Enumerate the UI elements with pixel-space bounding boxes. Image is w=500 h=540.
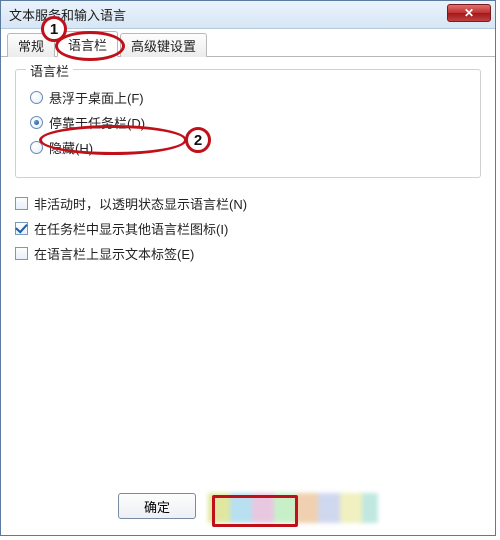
close-icon: ✕	[464, 6, 474, 20]
checkbox-icon	[15, 247, 28, 260]
check-extra-icons-row[interactable]: 在任务栏中显示其他语言栏图标(I)	[15, 219, 481, 238]
check-transparent-row[interactable]: 非活动时，以透明状态显示语言栏(N)	[15, 194, 481, 213]
check-label: 在任务栏中显示其他语言栏图标(I)	[34, 219, 228, 238]
group-legend: 语言栏	[26, 61, 73, 80]
ok-button[interactable]: 确定	[118, 493, 196, 519]
tab-general[interactable]: 常规	[7, 33, 55, 57]
check-label: 在语言栏上显示文本标签(E)	[34, 244, 194, 263]
dialog-buttons: 确定	[1, 493, 495, 523]
obscured-buttons	[208, 493, 378, 523]
client-area: 语言栏 悬浮于桌面上(F) 停靠于任务栏(D) 隐藏(H) 非活动时，以透明状态…	[1, 57, 495, 281]
tab-language-bar[interactable]: 语言栏	[57, 31, 118, 57]
radio-label: 停靠于任务栏(D)	[49, 113, 145, 132]
radio-icon	[30, 141, 43, 154]
close-button[interactable]: ✕	[447, 4, 491, 22]
dialog-window: 文本服务和输入语言 ✕ 常规 语言栏 高级键设置 语言栏 悬浮于桌面上(F) 停…	[0, 0, 496, 536]
language-bar-group: 语言栏 悬浮于桌面上(F) 停靠于任务栏(D) 隐藏(H)	[15, 69, 481, 178]
tab-label: 语言栏	[68, 35, 107, 54]
check-text-labels-row[interactable]: 在语言栏上显示文本标签(E)	[15, 244, 481, 263]
radio-label: 隐藏(H)	[49, 138, 93, 157]
tab-strip: 常规 语言栏 高级键设置	[1, 29, 495, 57]
tab-advanced[interactable]: 高级键设置	[120, 33, 207, 57]
title-bar: 文本服务和输入语言 ✕	[1, 1, 495, 29]
tab-label: 高级键设置	[131, 36, 196, 55]
radio-icon	[30, 116, 43, 129]
ok-label: 确定	[144, 497, 170, 516]
radio-icon	[30, 91, 43, 104]
radio-label: 悬浮于桌面上(F)	[49, 88, 144, 107]
tab-label: 常规	[18, 36, 44, 55]
radio-dock-row[interactable]: 停靠于任务栏(D)	[30, 113, 466, 132]
checkbox-icon	[15, 222, 28, 235]
radio-float-row[interactable]: 悬浮于桌面上(F)	[30, 88, 466, 107]
checkbox-icon	[15, 197, 28, 210]
radio-hidden-row[interactable]: 隐藏(H)	[30, 138, 466, 157]
check-label: 非活动时，以透明状态显示语言栏(N)	[34, 194, 247, 213]
window-title: 文本服务和输入语言	[9, 5, 126, 24]
